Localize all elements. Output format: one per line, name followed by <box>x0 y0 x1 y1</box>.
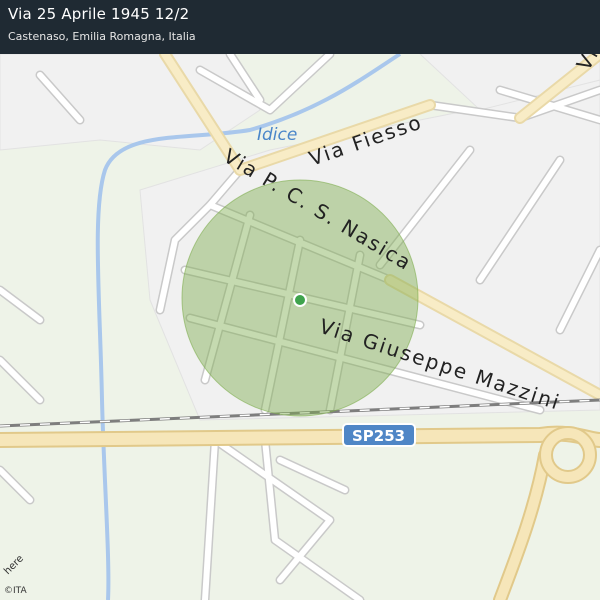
route-shield-label: SP253 <box>352 427 405 445</box>
address-subtitle: Castenaso, Emilia Romagna, Italia <box>8 30 196 43</box>
water-label-idice: Idice <box>257 125 297 145</box>
route-shield-sp253: SP253 <box>342 423 416 447</box>
location-dot[interactable] <box>293 293 307 307</box>
address-title: Via 25 Aprile 1945 12/2 <box>8 5 190 23</box>
map-canvas[interactable]: Idice Via Fiesso Via P. C. S. Nasica Via… <box>0 0 600 600</box>
location-header: Via 25 Aprile 1945 12/2 Castenaso, Emili… <box>0 0 600 54</box>
copyright-text: ©ITA <box>4 586 27 596</box>
